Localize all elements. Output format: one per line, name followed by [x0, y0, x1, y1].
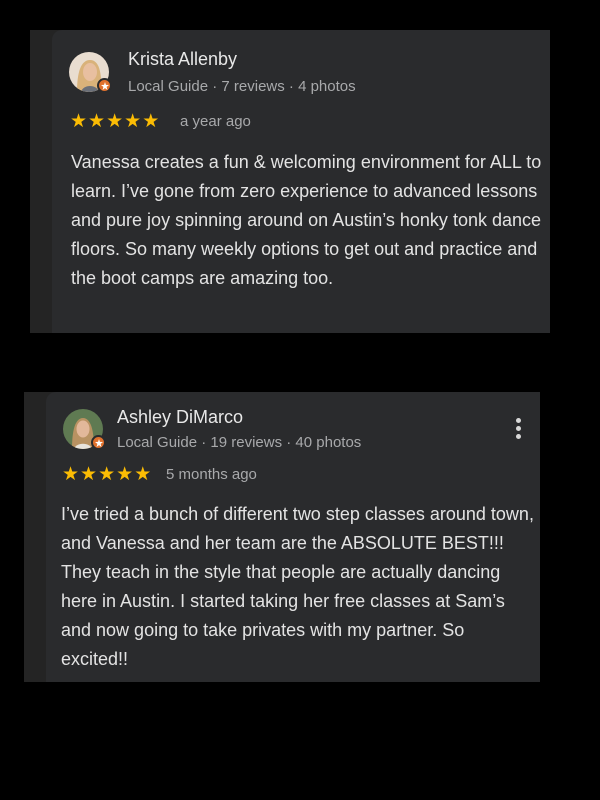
- star-icon: ★: [134, 463, 152, 485]
- star-rating: ★ ★ ★ ★ ★: [70, 111, 159, 131]
- star-icon: ★: [88, 110, 106, 132]
- review-card-content: Ashley DiMarco Local Guide · 19 reviews …: [46, 392, 540, 682]
- star-icon: ★: [142, 110, 160, 132]
- avatar[interactable]: [63, 409, 106, 450]
- review-text: I’ve tried a bunch of different two step…: [61, 504, 534, 669]
- star-icon: ★: [124, 110, 142, 132]
- star-icon: ★: [116, 463, 134, 485]
- star-icon: ★: [62, 463, 80, 485]
- review-card: Krista Allenby Local Guide · 7 reviews ·…: [30, 30, 550, 333]
- star-icon: ★: [70, 110, 88, 132]
- local-guide-badge-icon: [97, 78, 112, 93]
- star-icon: ★: [98, 463, 116, 485]
- star-icon: ★: [106, 110, 124, 132]
- star-rating: ★ ★ ★ ★ ★: [62, 464, 151, 484]
- review-card: Ashley DiMarco Local Guide · 19 reviews …: [24, 392, 540, 682]
- avatar[interactable]: [69, 52, 112, 93]
- star-icon: ★: [80, 463, 98, 485]
- reviewer-meta: Local Guide · 19 reviews · 40 photos: [117, 434, 362, 451]
- local-guide-badge-icon: [91, 435, 106, 450]
- review-date: 5 months ago: [166, 466, 257, 483]
- review-date: a year ago: [180, 113, 251, 130]
- reviewer-meta: Local Guide · 7 reviews · 4 photos: [128, 78, 356, 95]
- reviewer-name[interactable]: Ashley DiMarco: [117, 407, 243, 428]
- reviewer-name[interactable]: Krista Allenby: [128, 49, 237, 70]
- more-vert-icon[interactable]: [508, 413, 528, 443]
- review-card-content: Krista Allenby Local Guide · 7 reviews ·…: [52, 30, 550, 333]
- review-text: Vanessa creates a fun & welcoming enviro…: [71, 152, 542, 288]
